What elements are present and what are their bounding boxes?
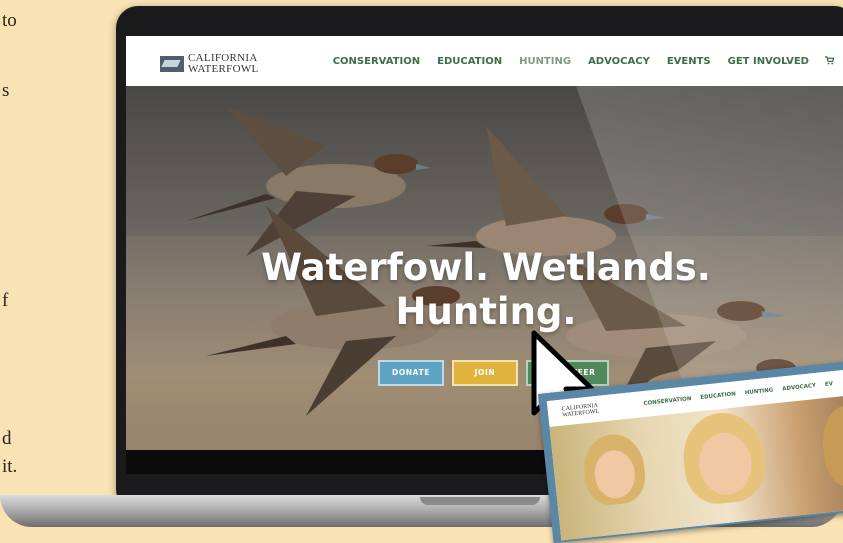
nav-events[interactable]: EVENTS <box>667 56 711 68</box>
hero-title-line-2: Hunting. <box>395 290 577 333</box>
nav-get-involved[interactable]: GET INVOLVED <box>728 56 809 68</box>
tablet-nav-conservation[interactable]: CONSERVATION <box>643 396 691 407</box>
nav-advocacy[interactable]: ADVOCACY <box>588 56 650 68</box>
tablet-nav-hunting[interactable]: HUNTING <box>745 387 774 396</box>
child-hair-right <box>819 403 843 489</box>
side-text-line: s <box>2 80 10 101</box>
site-header: CALIFORNIA WATERFOWL CONSERVATION EDUCAT… <box>126 36 843 86</box>
nav-hunting[interactable]: HUNTING <box>519 56 571 68</box>
tablet-nav-events[interactable]: EV <box>825 381 834 388</box>
tablet-screen: CALIFORNIA WATERFOWL CONSERVATION EDUCAT… <box>546 368 843 541</box>
main-nav: CONSERVATION EDUCATION HUNTING ADVOCACY … <box>316 56 835 68</box>
tablet-logo[interactable]: CALIFORNIA WATERFOWL <box>561 403 599 419</box>
logo-line-2: WATERFOWL <box>188 63 259 75</box>
logo-flag-icon <box>160 56 184 72</box>
side-text-line: d <box>2 428 12 449</box>
hero-title: Waterfowl. Wetlands. Hunting. <box>126 246 843 334</box>
site-logo[interactable]: CALIFORNIA WATERFOWL <box>160 53 259 75</box>
laptop-base-notch <box>420 497 540 505</box>
hero-title-line-1: Waterfowl. Wetlands. <box>261 246 711 289</box>
side-text-line: f <box>2 290 9 311</box>
donate-button[interactable]: DONATE <box>378 360 444 386</box>
logo-text: CALIFORNIA WATERFOWL <box>188 53 259 75</box>
side-text-column: to s f d it. <box>0 0 40 527</box>
cart-icon[interactable] <box>825 56 835 68</box>
tablet-nav-education[interactable]: EDUCATION <box>700 391 736 401</box>
nav-education[interactable]: EDUCATION <box>437 56 502 68</box>
side-text-line: to <box>2 10 17 31</box>
tablet-nav-advocacy[interactable]: ADVOCACY <box>782 383 816 393</box>
nav-conservation[interactable]: CONSERVATION <box>333 56 420 68</box>
join-button[interactable]: JOIN <box>452 360 518 386</box>
side-text-line: it. <box>2 456 18 477</box>
